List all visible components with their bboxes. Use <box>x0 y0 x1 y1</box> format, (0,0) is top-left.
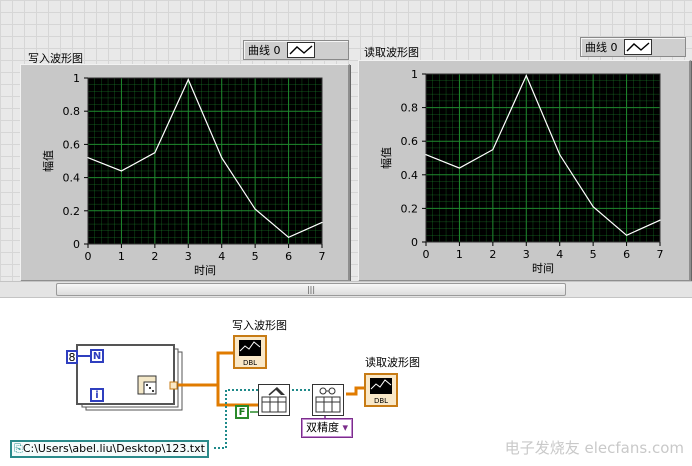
data-point <box>659 219 661 221</box>
y-axis-label: 幅值 <box>380 147 393 169</box>
count-terminal: N <box>90 349 104 363</box>
data-point <box>525 75 527 77</box>
read-file-icon <box>315 387 341 413</box>
read-graph-terminal-label: 读取波形图 <box>365 356 420 369</box>
data-point <box>287 236 290 238</box>
data-point <box>254 208 256 210</box>
front-panel: 写入波形图 曲线 0 0 1 2 3 4 5 6 7 0 0.2 0.4 0.6 0.8 1 时间 幅值 读取… <box>0 0 692 296</box>
numeric-array-wire-to-write-file <box>216 385 258 407</box>
x-tick-label: 6 <box>623 248 630 261</box>
write-waveform-graph[interactable]: 写入波形图 曲线 0 0 1 2 3 4 5 6 7 0 0.2 0.4 0.6 0.8 1 时间 幅值 <box>16 36 352 282</box>
x-tick-label: 5 <box>590 248 597 261</box>
y-tick-label: 0.8 <box>63 105 81 118</box>
legend-plot-name: 曲线 0 <box>585 41 618 54</box>
y-tick-label: 0.4 <box>401 169 419 182</box>
enum-value: 双精度 <box>306 421 339 434</box>
random-number-icon <box>137 375 157 395</box>
write-spreadsheet-file-vi[interactable] <box>258 384 290 416</box>
file-path-value: C:\Users\abel.liu\Desktop\123.txt <box>22 442 205 455</box>
y-tick-label: 0.4 <box>63 172 81 185</box>
data-point <box>425 154 427 156</box>
write-file-icon <box>261 387 287 413</box>
legend-line-swatch <box>623 39 652 55</box>
x-tick-label: 2 <box>151 250 158 263</box>
waveform-graph-icon: DBL <box>239 340 261 367</box>
y-tick-label: 0 <box>411 236 418 249</box>
read-graph-terminal[interactable]: DBL <box>364 373 398 407</box>
graph-label: 读取波形图 <box>364 46 419 59</box>
y-tick-label: 1 <box>73 72 80 85</box>
write-graph-terminal[interactable]: DBL <box>233 335 267 369</box>
data-point <box>492 149 494 151</box>
enum-dropdown-icon: ▾ <box>342 421 349 434</box>
x-axis-label: 时间 <box>194 264 216 277</box>
x-tick-label: 2 <box>489 248 496 261</box>
data-point <box>87 157 89 159</box>
x-tick-label: 4 <box>218 250 225 263</box>
plot-line-icon <box>626 42 649 52</box>
numeric-array-wire-to-write-graph <box>178 351 234 387</box>
path-wire <box>214 389 258 449</box>
data-point <box>592 206 594 208</box>
scrollbar-grip-icon: ||| <box>306 285 316 294</box>
y-tick-label: 0.2 <box>63 205 81 218</box>
x-tick-label: 3 <box>185 250 192 263</box>
x-tick-label: 3 <box>523 248 530 261</box>
data-point <box>154 152 156 154</box>
plot-legend[interactable]: 曲线 0 <box>243 40 349 60</box>
legend-plot-name: 曲线 0 <box>248 44 281 57</box>
x-tick-label: 6 <box>285 250 292 263</box>
y-tick-label: 0.2 <box>401 202 419 215</box>
loop-tunnel <box>169 381 178 390</box>
data-type-enum[interactable]: 双精度 ▾ <box>301 418 354 438</box>
data-point <box>120 170 123 172</box>
append-boolean-constant[interactable]: F <box>235 405 249 419</box>
x-tick-label: 0 <box>423 248 430 261</box>
x-axis-label: 时间 <box>532 262 554 275</box>
plot-area[interactable]: 0 1 2 3 4 5 6 7 0 0.2 0.4 0.6 0.8 1 时间 幅值 <box>16 64 352 282</box>
y-axis-label: 幅值 <box>42 150 55 172</box>
plot-background <box>88 78 322 244</box>
horizontal-scrollbar[interactable]: ||| <box>0 281 692 298</box>
x-tick-label: 0 <box>85 250 92 263</box>
x-tick-label: 1 <box>456 248 463 261</box>
legend-line-swatch <box>286 42 315 58</box>
y-tick-label: 0.6 <box>63 138 81 151</box>
waveform-graph-icon: DBL <box>370 378 392 405</box>
y-tick-label: 1 <box>411 68 418 81</box>
x-tick-label: 5 <box>252 250 259 263</box>
plot-background <box>426 74 660 242</box>
read-waveform-graph[interactable]: 读取波形图 曲线 0 0 1 2 3 4 5 6 7 0 0.2 0.4 0.6 0.8 1 时间 幅值 <box>354 30 692 282</box>
x-tick-label: 7 <box>319 250 326 263</box>
path-icon: ⎘ <box>14 442 23 455</box>
scrollbar-thumb[interactable]: ||| <box>56 283 566 296</box>
y-tick-label: 0.8 <box>401 102 419 115</box>
write-graph-terminal-label: 写入波形图 <box>232 319 287 332</box>
read-data-wire <box>346 386 364 396</box>
indicator-type-label: DBL <box>243 359 257 367</box>
data-point <box>321 221 323 224</box>
indicator-type-label: DBL <box>374 397 388 405</box>
plot-area[interactable]: 0 1 2 3 4 5 6 7 0 0.2 0.4 0.6 0.8 1 时间 幅值 <box>354 60 692 282</box>
data-point <box>458 167 461 169</box>
data-point <box>187 79 189 81</box>
x-tick-label: 1 <box>118 250 125 263</box>
plot-legend[interactable]: 曲线 0 <box>580 37 686 57</box>
read-spreadsheet-file-vi[interactable] <box>312 384 344 416</box>
watermark: 电子发烧友 elecfans.com <box>504 439 684 457</box>
loop-count-constant[interactable]: 8 <box>66 350 78 364</box>
y-tick-label: 0.6 <box>401 135 419 148</box>
data-point <box>221 157 223 159</box>
file-path-constant[interactable]: ⎘C:\Users\abel.liu\Desktop\123.txt <box>10 440 209 458</box>
block-diagram: 8 N i 写入波形图 DBL F 双精度 ▾ 读取波形图 DBL ⎘C:\Us… <box>0 298 692 466</box>
x-tick-label: 4 <box>556 248 563 261</box>
data-point <box>625 234 628 236</box>
x-tick-label: 7 <box>657 248 664 261</box>
plot-line-icon <box>289 45 312 55</box>
y-tick-label: 0 <box>73 238 80 251</box>
iteration-terminal: i <box>90 388 104 402</box>
data-point <box>559 154 561 156</box>
